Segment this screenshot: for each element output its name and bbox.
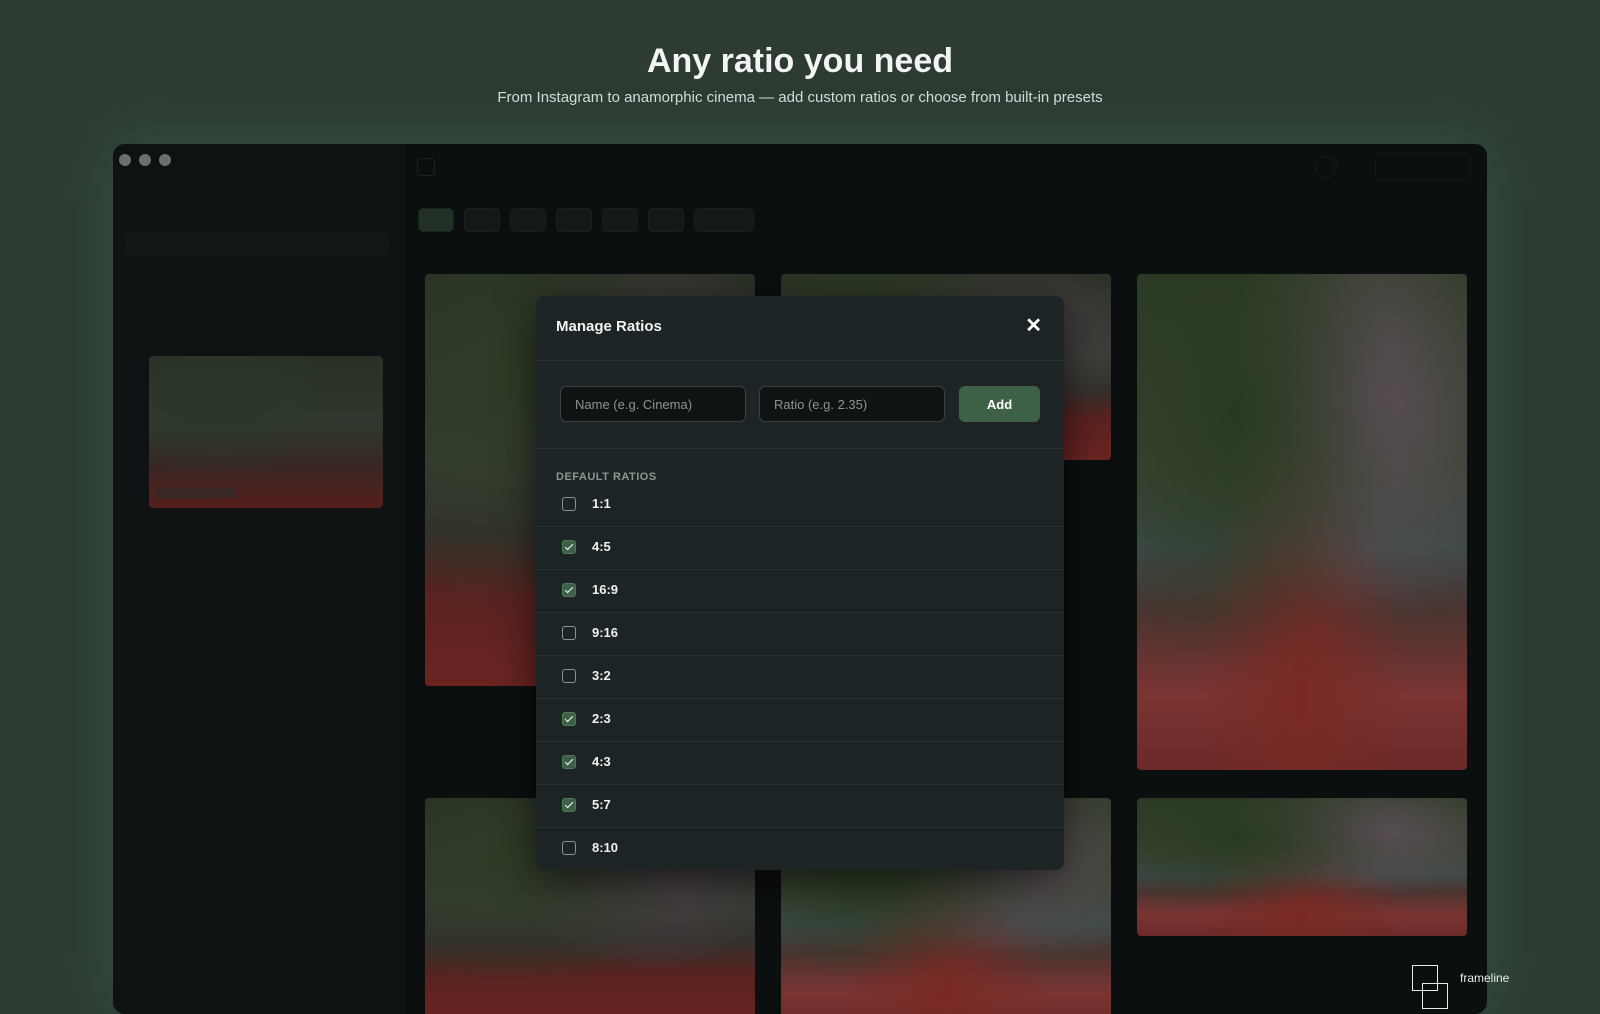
ratio-chip[interactable] (602, 208, 638, 232)
ratio-checkbox[interactable] (562, 755, 576, 769)
ratio-label: 5:7 (592, 797, 611, 812)
ratio-value-input[interactable] (759, 386, 945, 422)
modal-title: Manage Ratios (556, 318, 662, 335)
ratio-chip-bar (418, 208, 800, 232)
ratio-label: 4:3 (592, 754, 611, 769)
ratio-row[interactable]: 16:9 (536, 570, 1064, 613)
ratio-checkbox[interactable] (562, 583, 576, 597)
ratio-name-input[interactable] (560, 386, 746, 422)
ratio-checkbox[interactable] (562, 669, 576, 683)
photo-preview[interactable] (1137, 798, 1467, 936)
ratio-checkbox[interactable] (562, 540, 576, 554)
ratio-label: 1:1 (592, 496, 611, 511)
maximize-window-button[interactable] (159, 154, 171, 166)
add-ratio-button[interactable]: Add (959, 386, 1040, 422)
brand-name: frameline (1460, 971, 1510, 985)
manage-ratios-modal: Manage Ratios ✕ Add DEFAULT RATIOS 1:1 4:… (536, 296, 1064, 870)
sidebar-search-input[interactable] (125, 232, 389, 256)
ratio-label: 8:10 (592, 840, 619, 855)
hero-title: Any ratio you need (646, 42, 954, 80)
close-window-button[interactable] (119, 154, 131, 166)
ratio-checkbox[interactable] (562, 497, 576, 511)
section-label: DEFAULT RATIOS (556, 471, 657, 483)
minimize-window-button[interactable] (139, 154, 151, 166)
ratio-checkbox[interactable] (562, 712, 576, 726)
columns-select[interactable] (1375, 153, 1471, 181)
ratio-row[interactable]: 4:5 (536, 527, 1064, 570)
ratio-row[interactable]: 5:7 (536, 785, 1064, 828)
window-controls (119, 154, 171, 166)
settings-icon[interactable] (1315, 156, 1337, 178)
ratio-checkbox[interactable] (562, 841, 576, 855)
sidebar-thumbnail[interactable] (149, 356, 383, 508)
hero-subtitle: From Instagram to anamorphic cinema — ad… (497, 89, 1103, 106)
sidebar-thumbnail-label (155, 488, 235, 498)
ratio-chip[interactable] (510, 208, 546, 232)
ratio-row[interactable]: 9:16 (536, 613, 1064, 656)
ratio-row[interactable]: 1:1 (536, 484, 1064, 527)
sidebar (113, 144, 404, 1014)
ratio-list: 1:1 4:5 16:9 9:16 3:2 2:3 4:3 5:7 8:10 (536, 484, 1064, 870)
add-ratio-chip[interactable] (764, 208, 800, 232)
ratio-checkbox[interactable] (562, 798, 576, 812)
ratio-label: 9:16 (592, 625, 619, 640)
ratio-label: 16:9 (592, 582, 619, 597)
ratio-chip[interactable] (464, 208, 500, 232)
photo-preview[interactable] (1137, 274, 1467, 770)
ratio-row[interactable]: 8:10 (536, 828, 1064, 870)
ratio-chip[interactable] (694, 208, 754, 232)
divider (536, 360, 1064, 361)
sidebar-toggle-icon[interactable] (417, 158, 435, 176)
ratio-chip[interactable] (556, 208, 592, 232)
topbar (403, 144, 1487, 192)
ratio-row[interactable]: 3:2 (536, 656, 1064, 699)
close-icon[interactable]: ✕ (1025, 314, 1042, 338)
ratio-label: 3:2 (592, 668, 611, 683)
ratio-row[interactable]: 2:3 (536, 699, 1064, 742)
logo-icon (1422, 983, 1448, 1009)
ratio-label: 4:5 (592, 539, 611, 554)
ratio-chip[interactable] (648, 208, 684, 232)
divider (536, 448, 1064, 449)
ratio-checkbox[interactable] (562, 626, 576, 640)
ratio-row[interactable]: 4:3 (536, 742, 1064, 785)
ratio-label: 2:3 (592, 711, 611, 726)
ratio-chip[interactable] (418, 208, 454, 232)
